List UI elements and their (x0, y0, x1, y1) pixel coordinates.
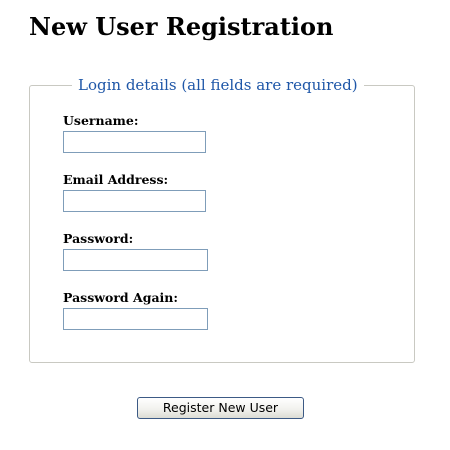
email-address-label: Email Address: (63, 172, 169, 187)
password-again-input[interactable] (63, 308, 208, 330)
username-input[interactable] (63, 131, 206, 153)
password-input[interactable] (63, 249, 208, 271)
password-label: Password: (63, 231, 134, 246)
password-again-label: Password Again: (63, 290, 179, 305)
username-label: Username: (63, 113, 139, 128)
fieldset-legend: Login details (all fields are required) (72, 76, 364, 95)
email-address-input[interactable] (63, 190, 206, 212)
login-details-fieldset: Login details (all fields are required) … (29, 76, 415, 363)
register-new-user-button[interactable]: Register New User (137, 397, 304, 419)
page-title: New User Registration (29, 12, 334, 41)
